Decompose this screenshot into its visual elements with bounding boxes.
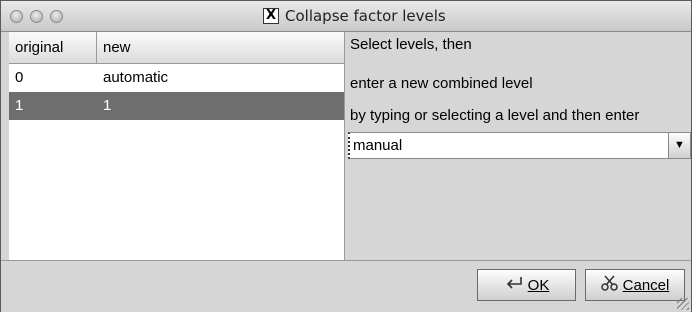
levels-table: original new 0 automatic 1 1 [9,32,345,260]
cell-original: 0 [15,69,24,86]
minimize-window-button[interactable] [30,10,43,23]
cell-original: 1 [15,97,24,114]
instruction-panel: Select levels, then enter a new combined… [345,32,691,260]
instruction-line-1: Select levels, then [350,36,472,53]
window-title-group: X Collapse factor levels [263,7,446,25]
new-level-combobox[interactable]: manual ▼ [348,132,691,159]
resize-grip-icon[interactable] [677,298,689,310]
window-title: Collapse factor levels [285,7,446,25]
dropdown-arrow-icon[interactable]: ▼ [668,133,690,158]
cell-new: automatic [103,69,169,86]
ok-button[interactable]: OK [477,269,576,301]
cell-new: 1 [103,97,112,114]
cancel-label: Cancel [622,276,670,294]
return-arrow-icon [504,275,524,295]
instruction-line-3: by typing or selecting a level and then … [350,107,640,124]
table-row-selected[interactable]: 1 1 [9,92,344,120]
table-row[interactable]: 0 automatic [9,64,344,92]
combo-value[interactable]: manual [353,137,402,154]
zoom-window-button[interactable] [50,10,63,23]
column-header-new[interactable]: new [97,32,344,63]
column-header-original[interactable]: original [9,32,97,63]
instruction-line-2: enter a new combined level [350,75,533,92]
table-header: original new [9,32,344,64]
button-bar: OK Cancel [1,260,691,312]
close-window-button[interactable] [10,10,23,23]
left-margin [1,32,9,260]
ok-label: OK [527,276,550,294]
cancel-button[interactable]: Cancel [585,269,685,301]
collapse-factor-levels-window: X Collapse factor levels original new 0 … [0,0,692,312]
title-bar[interactable]: X Collapse factor levels [1,1,691,32]
scissors-icon [600,275,619,295]
x-window-icon: X [263,8,279,24]
